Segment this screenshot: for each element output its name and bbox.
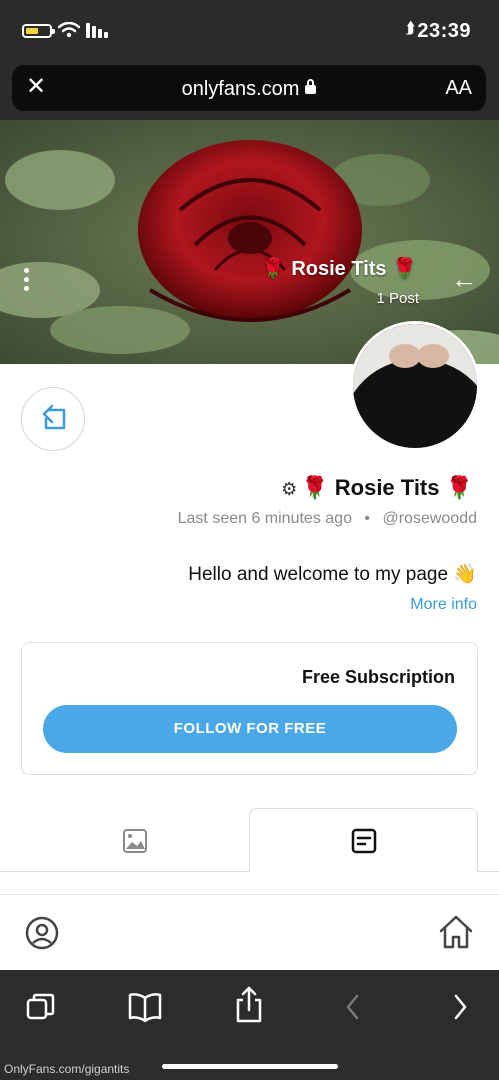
tab-media[interactable] [0, 808, 250, 872]
share-icon [42, 404, 66, 430]
tab-divider-line [478, 871, 499, 872]
status-bar: ⮭ 23:39 [0, 0, 499, 60]
tab-posts[interactable] [249, 808, 478, 872]
url-text[interactable]: onlyfans.com [12, 78, 486, 101]
wifi-icon [58, 22, 80, 38]
share-icon[interactable] [232, 984, 266, 1024]
signal-icon [86, 23, 108, 38]
content-tabs [0, 808, 499, 872]
more-options-icon[interactable] [24, 268, 29, 291]
home-icon[interactable] [437, 913, 475, 951]
posts-icon [351, 828, 377, 854]
forward-icon[interactable] [343, 992, 363, 1022]
location-icon: ⮭ [405, 20, 415, 37]
profile-bio: Hello and welcome to my page 👋 [188, 564, 477, 585]
watermark: OnlyFans.com/gigantits [4, 1062, 130, 1076]
cover-post-count: 1 Post [376, 290, 419, 307]
browser-url-area: ✕ onlyfans.com AA [0, 60, 499, 120]
tabs-icon[interactable] [24, 990, 58, 1024]
subscription-title: Free Subscription [301, 667, 455, 687]
lock-icon [305, 79, 317, 94]
bookmarks-icon[interactable] [126, 990, 164, 1024]
battery-icon [22, 24, 55, 38]
meta-separator: • [364, 510, 371, 527]
user-circle-icon[interactable] [24, 915, 60, 951]
site-nav [0, 895, 499, 970]
back-icon[interactable] [450, 992, 470, 1022]
share-profile-button[interactable] [21, 387, 85, 451]
more-info-link[interactable]: More info [410, 596, 477, 614]
image-icon [123, 829, 147, 853]
back-arrow-icon[interactable]: ← [451, 266, 477, 292]
address-bar[interactable]: ✕ onlyfans.com AA [12, 65, 486, 111]
avatar[interactable] [350, 321, 480, 451]
subscription-card: Free Subscription FOLLOW FOR FREE [21, 642, 478, 775]
text-size-button[interactable]: AA [445, 77, 472, 100]
avatar-image [353, 324, 477, 448]
cover-profile-name: 🌹 Rosie Tits 🌹 [260, 258, 417, 280]
browser-toolbar: OnlyFans.com/gigantits [0, 970, 499, 1080]
clock: 23:39 [417, 20, 471, 42]
follow-for-free-button[interactable]: FOLLOW FOR FREE [43, 705, 457, 753]
last-seen: Last seen 6 minutes ago [177, 510, 352, 527]
url-label: onlyfans.com [181, 78, 300, 100]
profile-handle[interactable]: @rosewoodd [382, 510, 477, 527]
profile-name: ⚙ 🌹 Rosie Tits 🌹 [281, 475, 473, 501]
profile-name-text: 🌹 Rosie Tits 🌹 [301, 475, 473, 500]
verified-icon: ⚙ [281, 479, 298, 499]
profile-meta: Last seen 6 minutes ago • @rosewoodd [178, 510, 477, 528]
home-indicator [162, 1064, 338, 1069]
